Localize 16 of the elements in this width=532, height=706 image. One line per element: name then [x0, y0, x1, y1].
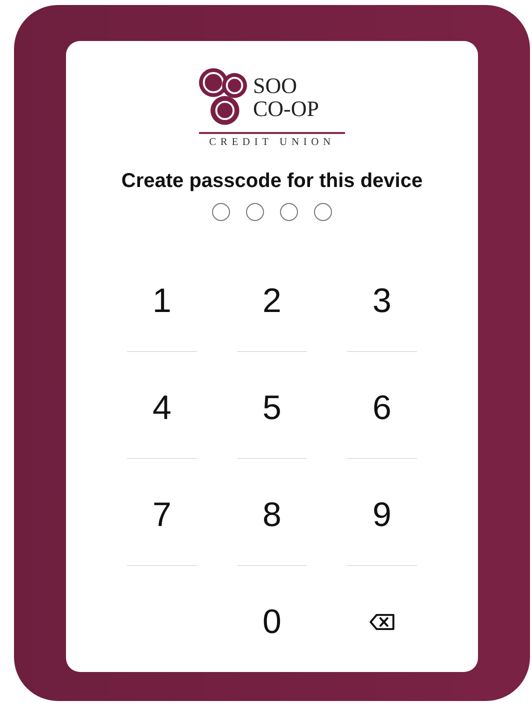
digit-key[interactable]: 6	[364, 385, 400, 431]
digit-key[interactable]: 2	[254, 278, 290, 324]
logo-circles-icon	[199, 66, 247, 128]
screen-title: Create passcode for this device	[121, 170, 423, 193]
logo-text: CO-OP	[253, 97, 320, 120]
logo-text: SOO	[253, 74, 298, 97]
digit-key[interactable]: 1	[144, 278, 180, 324]
digit-key[interactable]: 3	[364, 278, 400, 324]
logo-tagline: CREDIT UNION	[209, 137, 335, 148]
digit-key[interactable]: 8	[254, 492, 290, 538]
digit-key[interactable]: 4	[144, 385, 180, 431]
digit-key[interactable]: 0	[254, 599, 290, 645]
backspace-icon	[369, 613, 395, 631]
digit-key[interactable]: 7	[144, 492, 180, 538]
digit-key[interactable]: 5	[254, 385, 290, 431]
digit-key[interactable]: 9	[364, 492, 400, 538]
